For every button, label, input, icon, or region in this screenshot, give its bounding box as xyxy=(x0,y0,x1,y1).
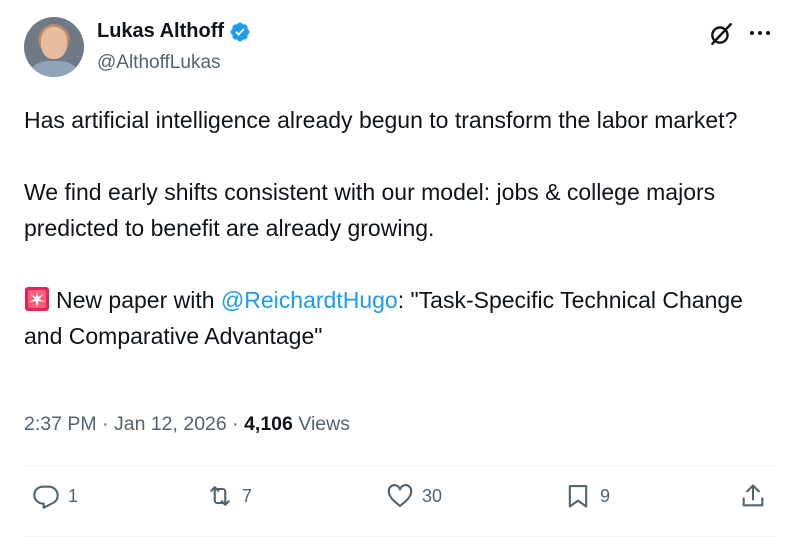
avatar[interactable] xyxy=(24,17,84,77)
divider xyxy=(24,536,776,537)
meta-separator: · xyxy=(232,413,239,435)
paragraph-prefix: New paper with xyxy=(56,287,221,313)
tweet-meta: 2:37 PM · Jan 12, 2026 · 4,106 Views xyxy=(24,413,350,436)
bookmark-button[interactable]: 9 xyxy=(564,482,610,510)
avatar-face xyxy=(41,27,67,59)
repost-count: 7 xyxy=(242,485,253,506)
meta-separator: · xyxy=(102,413,109,435)
bookmark-count: 9 xyxy=(600,485,611,506)
reply-icon xyxy=(33,485,59,509)
tweet-date[interactable]: Jan 12, 2026 xyxy=(114,413,227,435)
grok-icon[interactable] xyxy=(708,21,734,47)
reply-count: 1 xyxy=(68,485,79,506)
more-dot xyxy=(766,31,770,35)
action-bar: 1 7 30 9 xyxy=(0,482,801,522)
more-dot xyxy=(758,31,762,35)
author-name[interactable]: Lukas Althoff xyxy=(97,20,224,43)
siren-emoji-icon xyxy=(25,287,49,311)
tweet-text: Has artificial intelligence already begu… xyxy=(24,102,764,354)
verified-badge-icon xyxy=(230,22,250,41)
share-button[interactable] xyxy=(739,482,767,510)
divider xyxy=(24,465,776,466)
tweet-time[interactable]: 2:37 PM xyxy=(24,413,97,435)
mention-link[interactable]: @ReichardtHugo xyxy=(221,287,398,313)
more-dot xyxy=(750,31,754,35)
tweet-paragraph: New paper with @ReichardtHugo: "Task-Spe… xyxy=(24,282,764,354)
views-count: 4,106 xyxy=(244,413,293,435)
repost-button[interactable]: 7 xyxy=(206,482,252,510)
like-count: 30 xyxy=(422,485,443,506)
tweet-paragraph: We find early shifts consistent with our… xyxy=(24,179,716,241)
share-icon xyxy=(742,484,764,507)
more-icon[interactable] xyxy=(750,23,776,43)
repost-icon xyxy=(210,486,230,506)
reply-button[interactable]: 1 xyxy=(32,482,78,510)
like-icon xyxy=(387,484,413,507)
bookmark-icon xyxy=(568,485,588,508)
avatar-shirt xyxy=(30,61,78,77)
author-name-row: Lukas Althoff xyxy=(97,20,251,43)
views-label: Views xyxy=(298,413,350,435)
like-button[interactable]: 30 xyxy=(386,482,442,510)
tweet-paragraph: Has artificial intelligence already begu… xyxy=(24,107,738,133)
author-handle[interactable]: @AlthoffLukas xyxy=(97,52,221,74)
